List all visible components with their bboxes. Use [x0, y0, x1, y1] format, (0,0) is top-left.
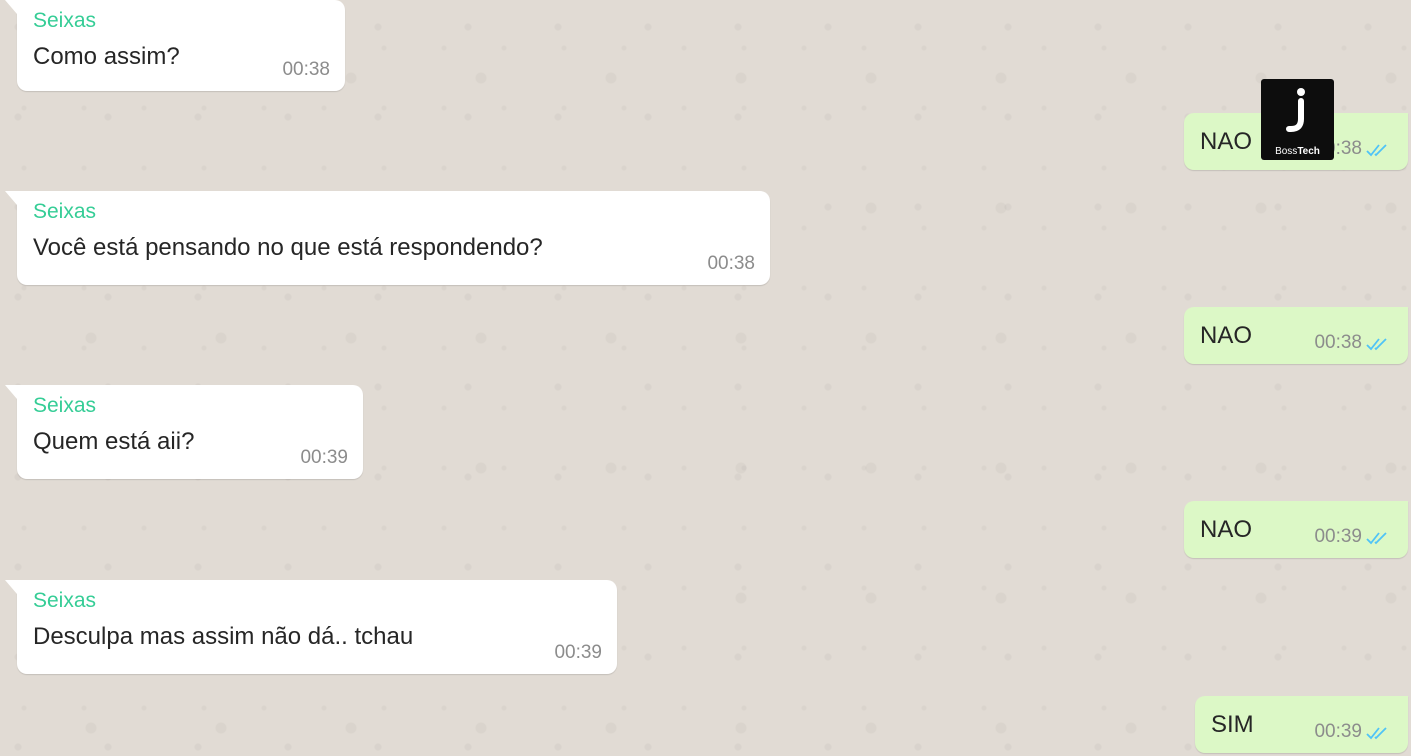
sender-name: Seixas: [33, 200, 97, 223]
outgoing-message-bubble[interactable]: NAO 00:38: [1184, 307, 1408, 364]
message-text: NAO: [1200, 128, 1253, 155]
logo-icon: [1286, 88, 1305, 132]
message-text: Como assim?: [33, 43, 180, 70]
sender-name: Seixas: [33, 589, 97, 612]
outgoing-message-bubble[interactable]: SIM 00:39: [1195, 696, 1408, 753]
incoming-message-bubble[interactable]: Seixas Desculpa mas assim não dá.. tchau…: [5, 580, 617, 674]
incoming-message-bubble[interactable]: Seixas Quem está aii? 00:39: [5, 385, 363, 479]
message-timestamp: 00:39: [1314, 721, 1362, 742]
message-timestamp: 00:38: [707, 253, 755, 274]
logo-caption-bold: Tech: [1297, 146, 1320, 157]
message-timestamp: 00:38: [282, 59, 330, 80]
sender-name: Seixas: [33, 394, 97, 417]
logo-caption: BossTech: [1261, 146, 1334, 157]
message-text: Você está pensando no que está responden…: [33, 234, 543, 261]
outgoing-message-bubble[interactable]: NAO 00:39: [1184, 501, 1408, 558]
message-text: NAO: [1200, 516, 1253, 543]
message-timestamp: 00:39: [300, 447, 348, 468]
bosstech-logo: BossTech: [1261, 79, 1334, 160]
message-text: Desculpa mas assim não dá.. tchau: [33, 623, 414, 650]
message-timestamp: 00:39: [1314, 526, 1362, 547]
incoming-message-bubble[interactable]: Seixas Você está pensando no que está re…: [5, 191, 770, 285]
incoming-message-bubble[interactable]: Seixas Como assim? 00:38: [5, 0, 345, 91]
message-text: Quem está aii?: [33, 428, 195, 455]
sender-name: Seixas: [33, 9, 97, 32]
message-timestamp: 00:38: [1314, 332, 1362, 353]
double-check-icon: [1366, 532, 1387, 545]
message-timestamp: 00:39: [554, 642, 602, 663]
double-check-icon: [1366, 727, 1387, 740]
message-text: NAO: [1200, 322, 1253, 349]
double-check-icon: [1366, 338, 1387, 351]
logo-caption-plain: Boss: [1275, 146, 1298, 157]
message-text: SIM: [1211, 711, 1254, 738]
double-check-icon: [1366, 144, 1387, 157]
